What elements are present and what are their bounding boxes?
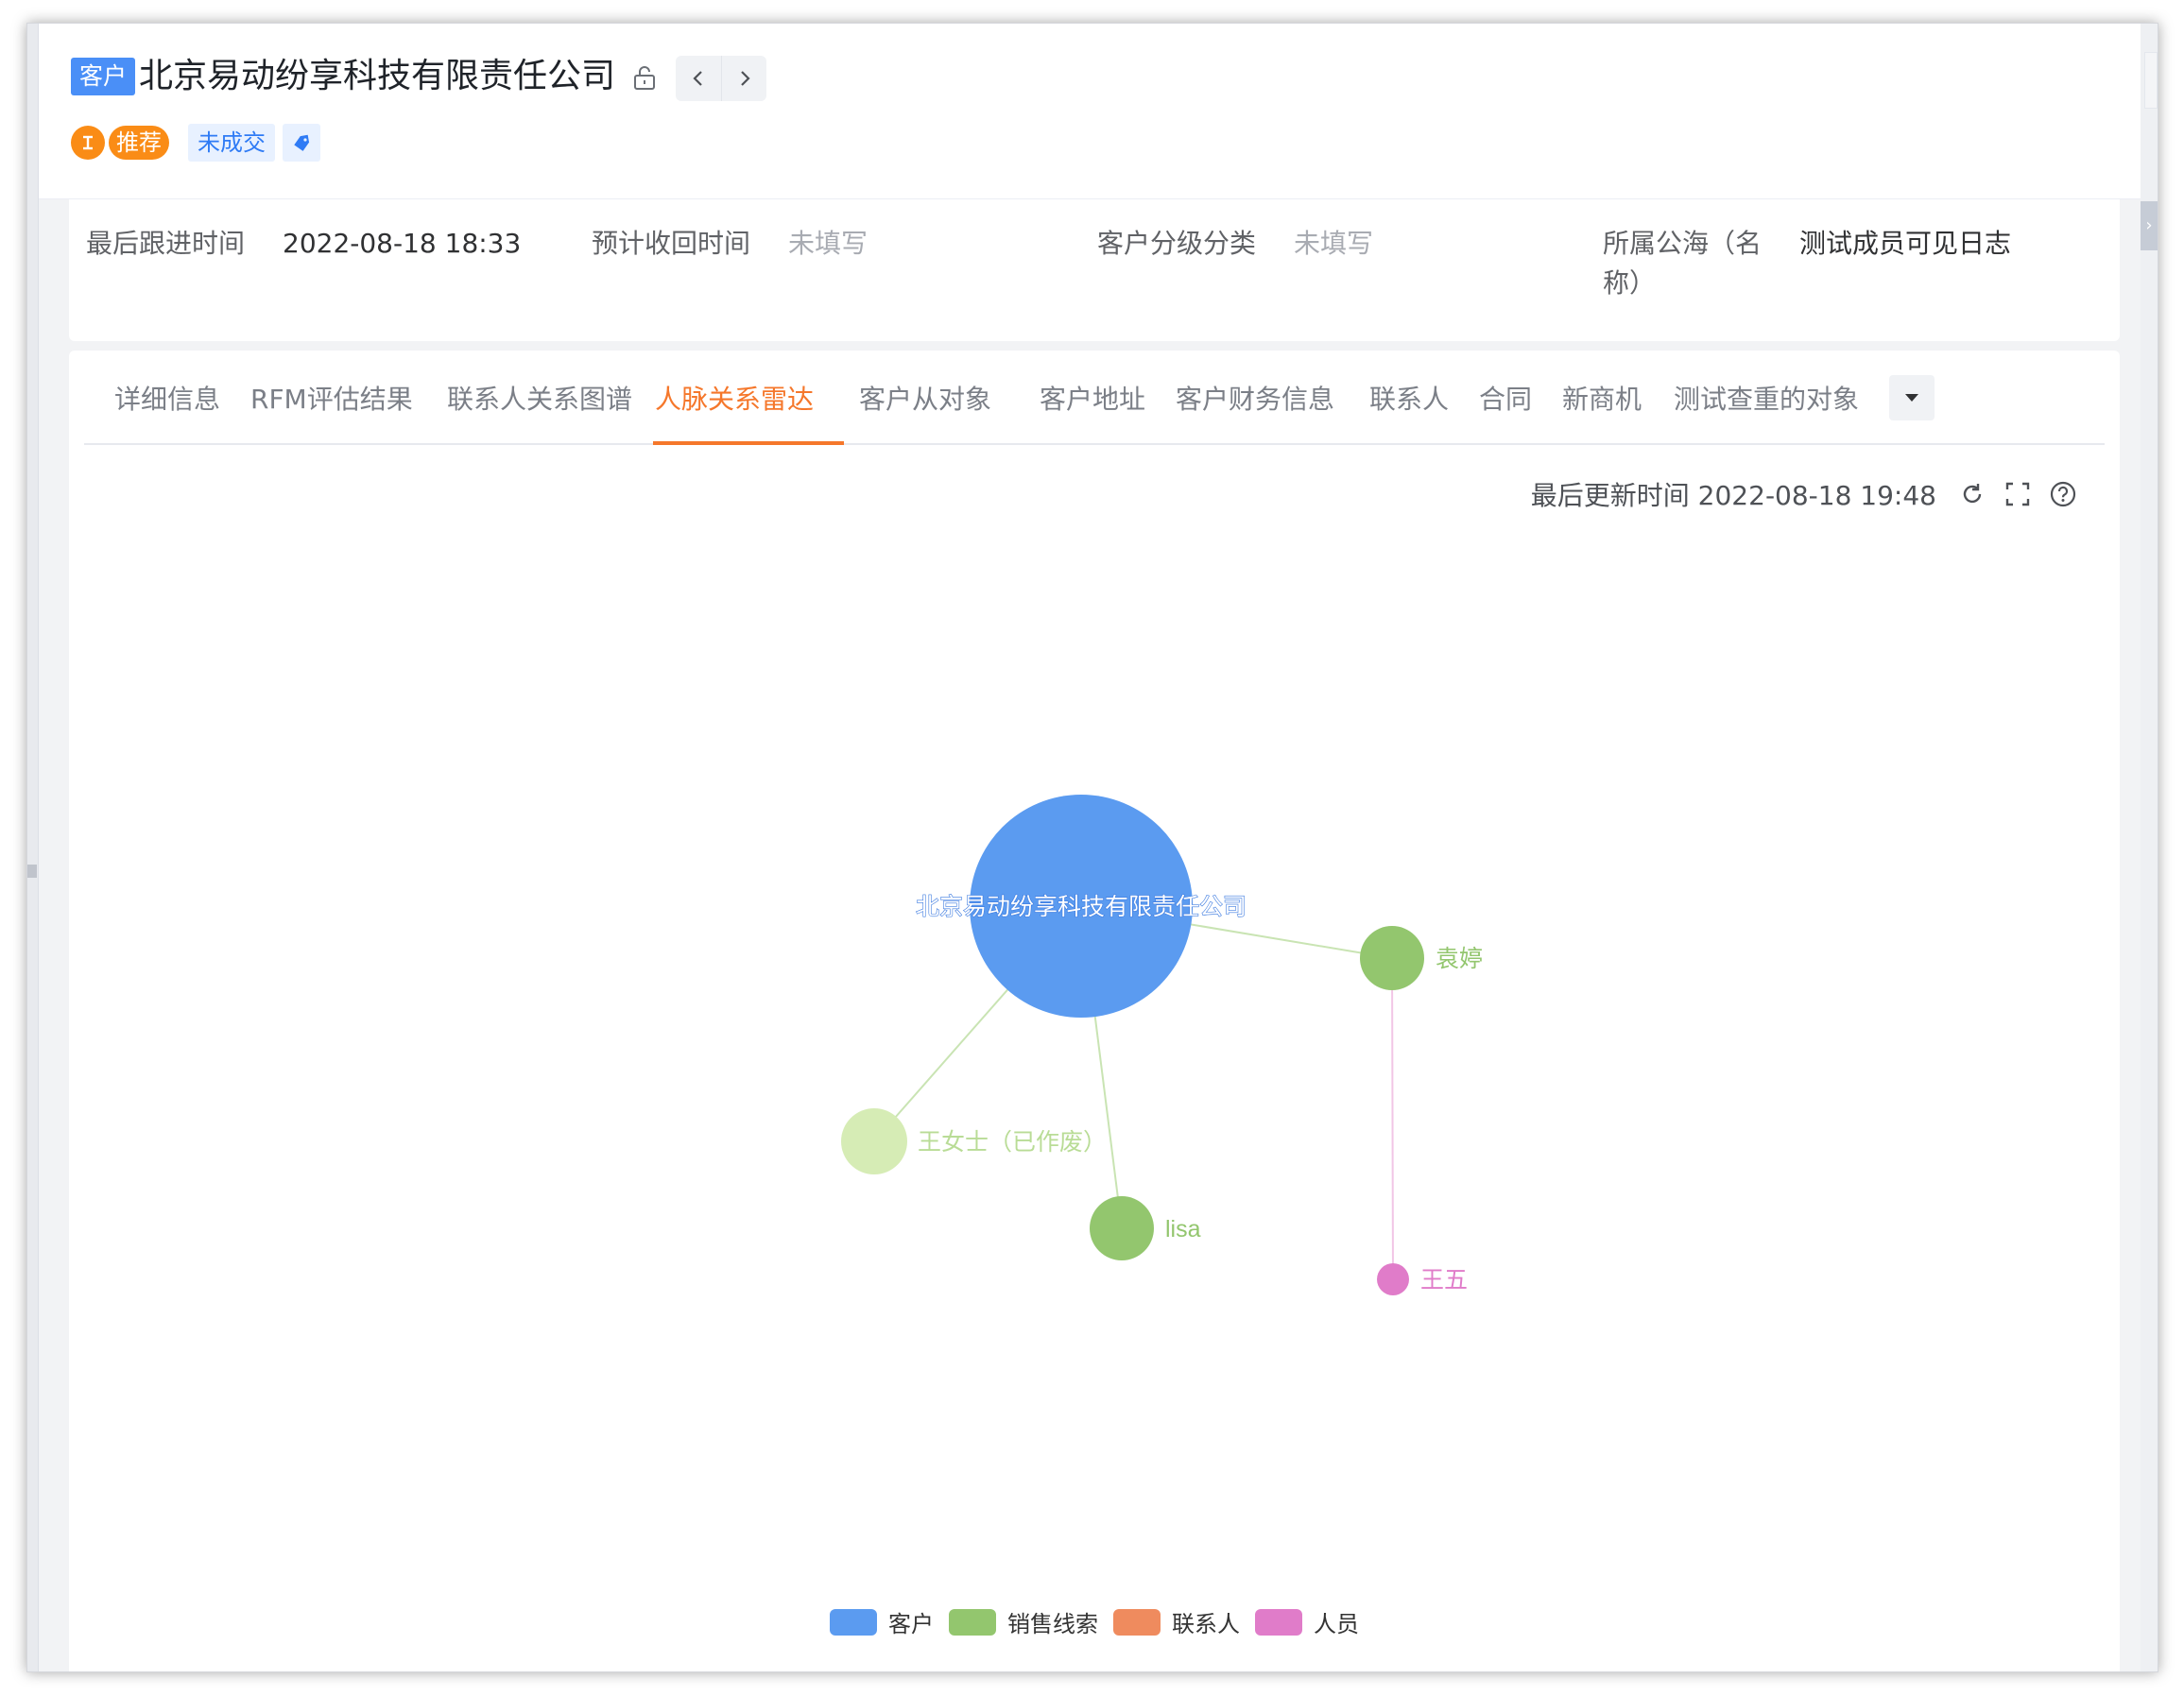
legend-label: 联系人 [1172, 1611, 1240, 1637]
graph-label-yuanting: 袁婷 [1436, 946, 1483, 972]
recommend-tag: 推荐 [109, 126, 169, 160]
legend-item-contact[interactable]: 联系人 [1113, 1605, 1240, 1638]
record-navigation [676, 56, 766, 101]
collapse-side-panel-button[interactable]: › [2141, 201, 2158, 250]
graph-node-wangnvshi[interactable] [841, 1108, 907, 1174]
legend-item-customer[interactable]: 客户 [830, 1605, 934, 1638]
object-type-badge: 客户 [71, 58, 136, 95]
next-record-button[interactable] [721, 56, 766, 101]
legend-label: 人员 [1314, 1611, 1359, 1637]
company-name-title: 北京易动纷享科技有限责任公司 [139, 57, 616, 95]
customer-detail-window: 客户 北京易动纷享科技有限责任公司 推荐 未成交 › 最后跟进时间 2022-0… [26, 23, 2158, 1672]
graph-label-wangnvshi: 王女士（已作废） [918, 1129, 1107, 1156]
info-label-continued: 称） [1603, 267, 1657, 299]
strip-marker [27, 865, 37, 878]
deal-status-tag: 未成交 [188, 124, 275, 162]
edit-tags-button[interactable] [283, 124, 320, 162]
info-public-pool: 所属公海（名 称） 测试成员可见日志 [1603, 224, 2075, 309]
left-background-strip [27, 24, 39, 1671]
legend-item-lead[interactable]: 销售线索 [949, 1605, 1098, 1638]
info-label: 最后跟进时间 [86, 228, 246, 259]
info-label: 预计收回时间 [592, 228, 751, 259]
info-label: 所属公海（名 [1603, 228, 1763, 259]
legend-label: 客户 [888, 1611, 934, 1637]
graph-label-lisa: lisa [1165, 1216, 1201, 1242]
previous-record-button[interactable] [676, 56, 721, 101]
chevron-left-icon [693, 71, 702, 86]
key-info-card: 最后跟进时间 2022-08-18 18:33 预计收回时间 未填写 客户分级分… [69, 199, 2120, 341]
legend-swatch [1113, 1608, 1161, 1636]
detail-header: 客户 北京易动纷享科技有限责任公司 推荐 未成交 [39, 24, 2141, 199]
tag-edit-icon [294, 134, 310, 151]
level-circle-tag [71, 126, 105, 160]
related-tabs-card: 详细信息 RFM评估结果 联系人关系图谱 人脉关系雷达 客户从对象 客户地址 客… [69, 351, 2120, 1671]
legend-swatch [949, 1608, 996, 1636]
graph-node-lisa[interactable] [1090, 1196, 1154, 1260]
graph-node-wangwu[interactable] [1377, 1263, 1409, 1295]
graph-label-wangwu: 王五 [1420, 1267, 1468, 1293]
info-value: 测试成员可见日志 [1799, 228, 2012, 259]
legend-swatch [830, 1608, 877, 1636]
graph-legend: 客户 销售线索 联系人 人员 [69, 1605, 2120, 1638]
unlock-icon[interactable] [630, 63, 659, 92]
info-value: 2022-08-18 18:33 [283, 228, 522, 259]
tag-row: 推荐 未成交 [71, 124, 320, 162]
network-radar-graph[interactable]: 北京易动纷享科技有限责任公司 袁婷 王女士（已作废） lisa 王五 [69, 351, 2120, 1579]
info-value: 未填写 [1294, 228, 1374, 259]
level-i-icon [83, 135, 93, 150]
graph-node-yuanting[interactable] [1360, 926, 1424, 990]
chevron-right-icon [740, 71, 750, 86]
legend-label: 销售线索 [1007, 1611, 1098, 1637]
legend-swatch [1255, 1608, 1302, 1636]
right-side-strip: › [2141, 24, 2158, 1671]
graph-edge [1391, 957, 1394, 1280]
info-value: 未填写 [788, 228, 868, 259]
info-label: 客户分级分类 [1097, 228, 1257, 259]
legend-item-person[interactable]: 人员 [1255, 1605, 1359, 1638]
graph-label-company: 北京易动纷享科技有限责任公司 [916, 894, 1247, 920]
side-panel-tab[interactable] [2144, 52, 2158, 109]
